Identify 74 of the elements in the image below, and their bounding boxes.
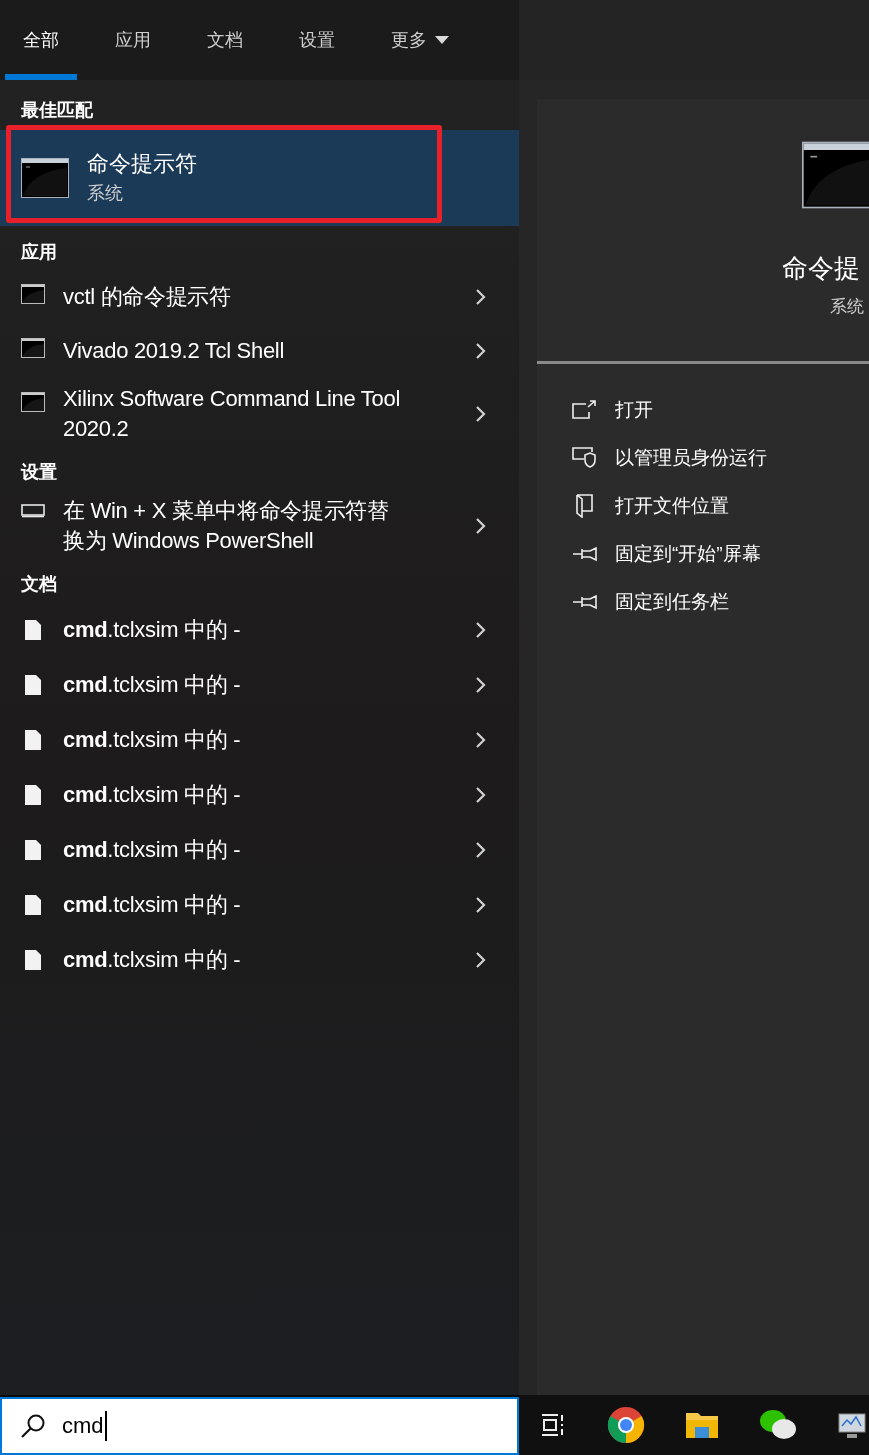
app-title: 命令提 xyxy=(782,252,860,285)
result-item[interactable]: cmd.tclxsim 中的 - xyxy=(0,602,519,657)
chevron-right-icon xyxy=(475,405,487,423)
chevron-right-icon xyxy=(475,785,487,804)
terminal-icon xyxy=(21,392,45,412)
result-title: cmd.tclxsim 中的 - xyxy=(63,945,242,974)
section-heading: 文档 xyxy=(20,572,58,596)
section-heading: 最佳匹配 xyxy=(20,98,94,122)
action-item[interactable]: 固定到“开始”屏幕 xyxy=(571,530,869,578)
chevron-right-icon xyxy=(475,342,487,360)
result-item[interactable]: cmd.tclxsim 中的 - xyxy=(0,822,519,877)
chat-icon[interactable] xyxy=(759,1409,797,1441)
terminal-icon xyxy=(21,284,45,304)
result-item[interactable]: Vivado 2019.2 Tcl Shell xyxy=(0,324,519,378)
action-item[interactable]: 固定到任务栏 xyxy=(571,578,869,626)
search-field[interactable]: cmd xyxy=(0,1397,519,1455)
result-title: cmd.tclxsim 中的 - xyxy=(63,725,242,754)
action-item[interactable]: 以管理员身份运行 xyxy=(571,434,869,482)
tab[interactable]: 全部 xyxy=(5,0,77,80)
folder-icon[interactable] xyxy=(685,1410,719,1440)
result-title: vctl 的命令提示符 xyxy=(63,283,232,311)
document-icon xyxy=(24,728,42,751)
result-item[interactable]: Xilinx Software Command Line Tool 2020.2 xyxy=(0,378,519,450)
chevron-right-icon xyxy=(475,950,487,969)
action-item[interactable]: 打开 xyxy=(571,386,869,434)
document-icon xyxy=(24,673,42,696)
tab[interactable]: 文档 xyxy=(189,0,261,80)
result-title: 命令提示符 xyxy=(87,150,197,178)
chevron-right-icon xyxy=(475,895,487,914)
search-icon xyxy=(20,1413,46,1439)
document-icon xyxy=(24,618,42,641)
result-subtitle: 系统 xyxy=(87,182,124,205)
result-item[interactable]: cmd.tclxsim 中的 - xyxy=(0,877,519,932)
monitor-icon xyxy=(21,504,45,518)
open-icon xyxy=(572,400,598,420)
document-icon xyxy=(24,893,42,916)
result-item[interactable]: cmd.tclxsim 中的 - xyxy=(0,932,519,987)
action-item[interactable]: 打开文件位置 xyxy=(571,482,869,530)
tab[interactable]: 设置 xyxy=(281,0,353,80)
result-title: cmd.tclxsim 中的 - xyxy=(63,615,242,644)
result-item[interactable]: cmd.tclxsim 中的 - xyxy=(0,767,519,822)
tab[interactable]: 更多 xyxy=(373,0,467,80)
result-title: cmd.tclxsim 中的 - xyxy=(63,780,242,809)
document-icon xyxy=(24,783,42,806)
section-heading: 设置 xyxy=(19,460,58,484)
folder-icon xyxy=(574,494,596,518)
app-subtitle: 系统 xyxy=(830,296,864,318)
section-heading: 应用 xyxy=(20,240,58,264)
result-title: Vivado 2019.2 Tcl Shell xyxy=(63,337,285,365)
result-item[interactable]: cmd.tclxsim 中的 - xyxy=(0,657,519,712)
chevron-right-icon xyxy=(475,517,487,535)
tab[interactable]: 应用 xyxy=(97,0,169,80)
chevron-right-icon xyxy=(475,288,487,306)
pin-icon xyxy=(572,546,598,562)
result-item[interactable]: 在 Win + X 菜单中将命令提示符替换为 Windows PowerShell xyxy=(0,490,519,562)
terminal-icon xyxy=(21,158,69,198)
result-item[interactable]: cmd.tclxsim 中的 - xyxy=(0,712,519,767)
result-title: cmd.tclxsim 中的 - xyxy=(63,890,242,919)
terminal-icon xyxy=(21,338,45,358)
result-item[interactable]: vctl 的命令提示符 xyxy=(0,270,519,324)
chevron-right-icon xyxy=(475,730,487,749)
result-title: Xilinx Software Command Line Tool 2020.2 xyxy=(63,385,401,443)
pin-icon xyxy=(572,594,598,610)
browser-icon[interactable] xyxy=(607,1406,645,1444)
monitor-icon[interactable] xyxy=(837,1410,867,1440)
document-icon xyxy=(24,948,42,971)
chevron-right-icon xyxy=(475,840,487,859)
document-icon xyxy=(24,838,42,861)
chevron-right-icon xyxy=(475,620,487,639)
shield-icon xyxy=(572,447,598,469)
chevron-right-icon xyxy=(475,675,487,694)
result-title: 在 Win + X 菜单中将命令提示符替换为 Windows PowerShell xyxy=(63,497,390,555)
result-title: cmd.tclxsim 中的 - xyxy=(63,670,242,699)
result-title: cmd.tclxsim 中的 - xyxy=(63,835,242,864)
